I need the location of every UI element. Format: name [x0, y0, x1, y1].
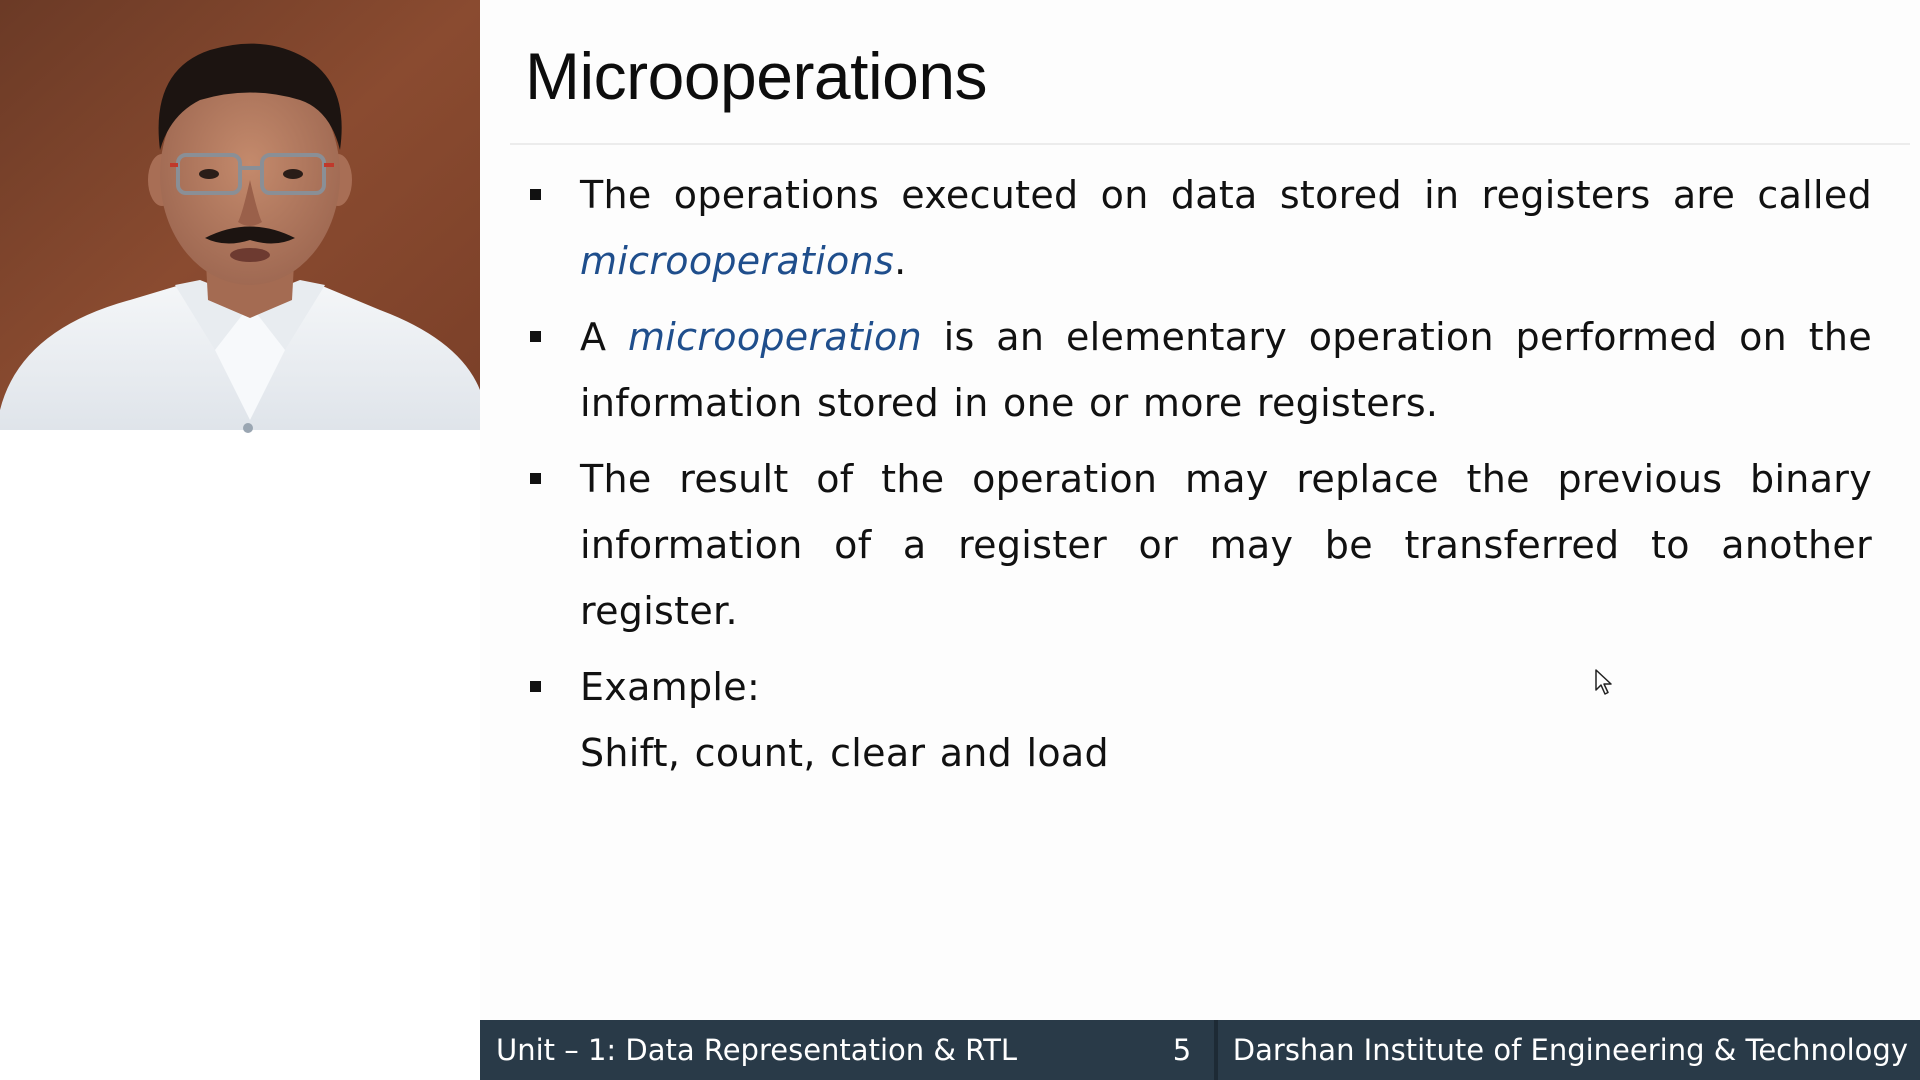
bullet-square-icon [530, 681, 541, 692]
slide-footer: Unit – 1: Data Representation & RTL 5 Da… [480, 1020, 1920, 1080]
bullet-item: The result of the operation may replace … [528, 446, 1872, 644]
bullet-emphasis: microoperation [627, 315, 922, 359]
footer-institute-name: Darshan Institute of Engineering & Techn… [1232, 1033, 1908, 1067]
title-divider [510, 143, 1910, 145]
bullet-square-icon [530, 331, 541, 342]
bullet-list: The operations executed on data stored i… [528, 162, 1872, 796]
footer-unit-label: Unit – 1: Data Representation & RTL [496, 1033, 1018, 1067]
bullet-item: Example: Shift, count, clear and load [528, 654, 1872, 786]
bullet-emphasis: microoperations [580, 239, 895, 283]
bullet-square-icon [530, 473, 541, 484]
bullet-text: The operations executed on data stored i… [580, 162, 1872, 294]
bullet-text: The result of the operation may replace … [580, 457, 1872, 633]
bullet-square-icon [530, 189, 541, 200]
bullet-text: A microoperation is an elementary operat… [580, 304, 1872, 436]
footer-page-number: 5 [1172, 1033, 1192, 1067]
bullet-text-before: A [580, 315, 628, 359]
video-frame: Microoperations The operations executed … [0, 0, 1920, 1080]
slide-title: Microoperations [525, 39, 988, 113]
bullet-text-after: . [894, 239, 907, 283]
presentation-slide: Microoperations The operations executed … [480, 0, 1920, 1080]
example-list-text: Shift, count, clear and load [580, 731, 1109, 775]
bullet-item: A microoperation is an elementary operat… [528, 304, 1872, 436]
mouse-cursor-icon [1595, 669, 1612, 695]
presenter-video-image [0, 0, 480, 1080]
footer-divider [1214, 1020, 1218, 1080]
bullet-text: Example: [580, 665, 761, 709]
bullet-item: The operations executed on data stored i… [528, 162, 1872, 294]
presenter-webcam [0, 0, 480, 1080]
bullet-text-before: The operations executed on data stored i… [580, 173, 1872, 217]
